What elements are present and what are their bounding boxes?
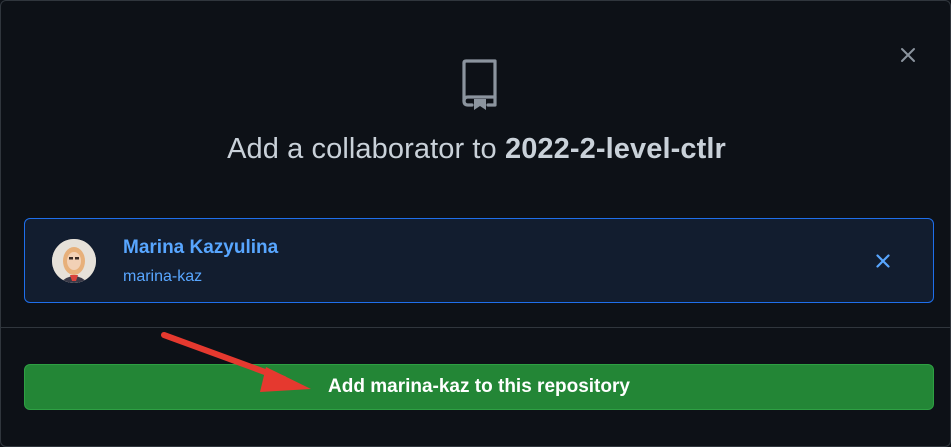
add-collaborator-button[interactable]: Add marina-kaz to this repository xyxy=(24,364,934,410)
add-collaborator-dialog: Add a collaborator to 2022-2-level-ctlr … xyxy=(0,0,951,447)
close-icon xyxy=(876,254,890,268)
dialog-title-prefix: Add a collaborator to xyxy=(227,133,497,165)
repository-name: 2022-2-level-ctlr xyxy=(504,133,726,165)
user-login: marina-kaz xyxy=(123,268,203,285)
user-name[interactable]: Marina Kazyulina xyxy=(123,237,278,259)
divider xyxy=(1,327,950,328)
avatar xyxy=(52,239,96,283)
close-dialog-button[interactable] xyxy=(896,43,920,67)
dialog-title: Add a collaborator to 2022-2-level-ctlr xyxy=(1,133,951,166)
close-icon xyxy=(901,48,915,62)
remove-user-button[interactable] xyxy=(873,251,893,271)
selected-user-card: Marina Kazyulina marina-kaz xyxy=(24,218,934,303)
repo-icon xyxy=(462,59,497,110)
